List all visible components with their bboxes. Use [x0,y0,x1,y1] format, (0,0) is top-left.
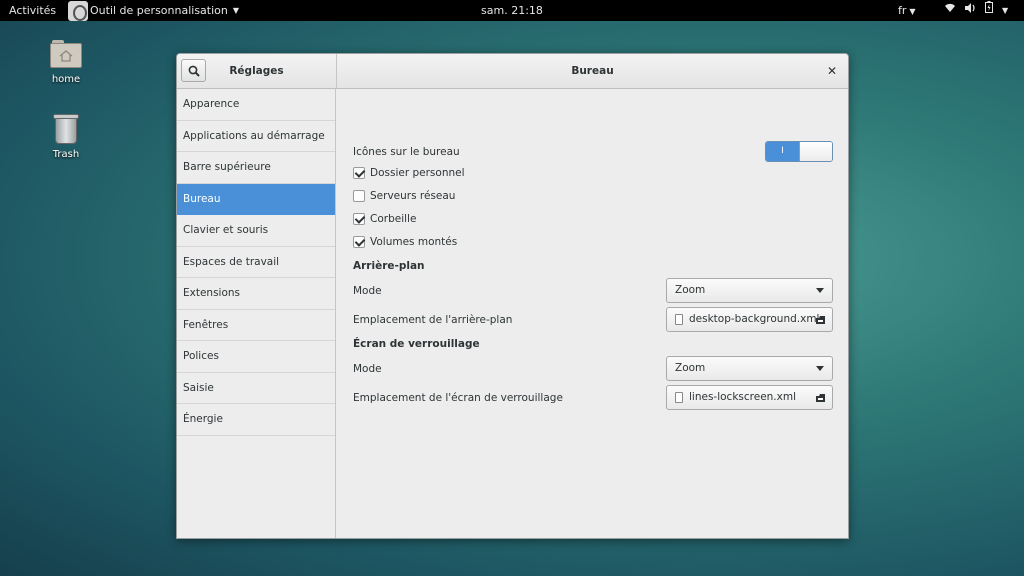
document-icon [675,314,683,325]
battery-icon [985,0,993,21]
sidebar-title: Réglages [229,65,284,77]
sidebar: Apparence Applications au démarrage Barr… [177,89,336,538]
open-file-icon [816,394,825,402]
check-label: Dossier personnel [370,167,465,179]
clock-label[interactable]: sam. 21:18 [481,4,543,17]
check-label: Corbeille [370,213,417,225]
sidebar-item-applications[interactable]: Applications au démarrage [177,121,335,152]
file-name: lines-lockscreen.xml [689,391,797,403]
lockscreen-mode-select[interactable]: Zoom [666,356,833,381]
wifi-icon [944,0,956,21]
tweak-tool-icon [68,0,88,21]
sidebar-item-power[interactable]: Énergie [177,404,335,436]
desktop-icons-switch[interactable]: I [765,141,833,162]
system-menu[interactable]: ▼ [944,0,1008,21]
switch-knob [798,142,832,161]
desktop-icon-home[interactable]: home [36,38,96,85]
close-icon: ✕ [826,64,837,78]
sidebar-item-extensions[interactable]: Extensions [177,278,335,310]
file-name: desktop-background.xml [689,313,820,325]
top-bar: Activités Outil de personnalisation ▼ sa… [0,0,1024,21]
lockscreen-location-label: Emplacement de l'écran de verrouillage [353,392,563,404]
close-button[interactable]: ✕ [827,65,837,77]
caret-down-icon: ▼ [909,7,916,16]
sidebar-item-typing[interactable]: Saisie [177,373,335,404]
folder-home-icon [49,38,83,70]
sidebar-item-apparence[interactable]: Apparence [177,89,335,121]
sidebar-item-bureau[interactable]: Bureau [177,183,335,215]
caret-down-icon: ▼ [232,6,240,15]
language-label: fr [898,4,907,17]
check-home-folder[interactable]: Dossier personnel [353,167,465,179]
check-mounted-volumes[interactable]: Volumes montés [353,236,457,248]
select-value: Zoom [675,362,706,374]
lockscreen-heading: Écran de verrouillage [353,338,480,350]
background-heading: Arrière-plan [353,260,425,272]
activities-button[interactable]: Activités [9,0,56,21]
lockscreen-mode-label: Mode [353,363,382,375]
lockscreen-file-chooser[interactable]: lines-lockscreen.xml [666,385,833,410]
switch-on-mark: I [766,142,799,161]
check-trash[interactable]: Corbeille [353,213,416,225]
language-indicator[interactable]: fr ▼ [898,0,916,21]
sidebar-item-windows[interactable]: Fenêtres [177,310,335,341]
dropdown-arrow-icon [816,366,824,371]
check-label: Serveurs réseau [370,190,456,202]
select-value: Zoom [675,284,706,296]
desktop-icon-trash[interactable]: Trash [36,113,96,160]
background-mode-select[interactable]: Zoom [666,278,833,303]
sidebar-item-top-bar[interactable]: Barre supérieure [177,152,335,184]
sidebar-item-fonts[interactable]: Polices [177,341,335,373]
app-menu[interactable]: Outil de personnalisation ▼ [68,0,239,21]
settings-content: Icônes sur le bureau I Dossier personnel… [337,89,848,538]
background-file-chooser[interactable]: desktop-background.xml [666,307,833,332]
trash-icon [49,113,83,145]
background-location-label: Emplacement de l'arrière-plan [353,314,513,326]
dropdown-arrow-icon [816,288,824,293]
check-network-servers[interactable]: Serveurs réseau [353,190,455,202]
check-label: Volumes montés [370,236,458,248]
open-file-icon [816,316,825,324]
desktop-icons-label: Icônes sur le bureau [353,146,460,158]
desktop-icon-label: Trash [52,149,80,160]
header-bar: Réglages Bureau ✕ [177,54,848,89]
background-mode-label: Mode [353,285,382,297]
settings-window: Réglages Bureau ✕ Apparence Applications… [176,53,849,539]
sidebar-item-workspaces[interactable]: Espaces de travail [177,247,335,278]
document-icon [675,392,683,403]
volume-icon [965,0,976,21]
page-title: Bureau [571,65,614,77]
checkbox-icon[interactable] [353,213,365,225]
sidebar-item-keyboard-mouse[interactable]: Clavier et souris [177,215,335,247]
checkbox-icon[interactable] [353,167,365,179]
caret-down-icon: ▼ [1002,6,1009,15]
checkbox-icon[interactable] [353,190,365,202]
app-menu-label: Outil de personnalisation [90,4,228,17]
desktop-icon-label: home [51,74,81,85]
checkbox-icon[interactable] [353,236,365,248]
